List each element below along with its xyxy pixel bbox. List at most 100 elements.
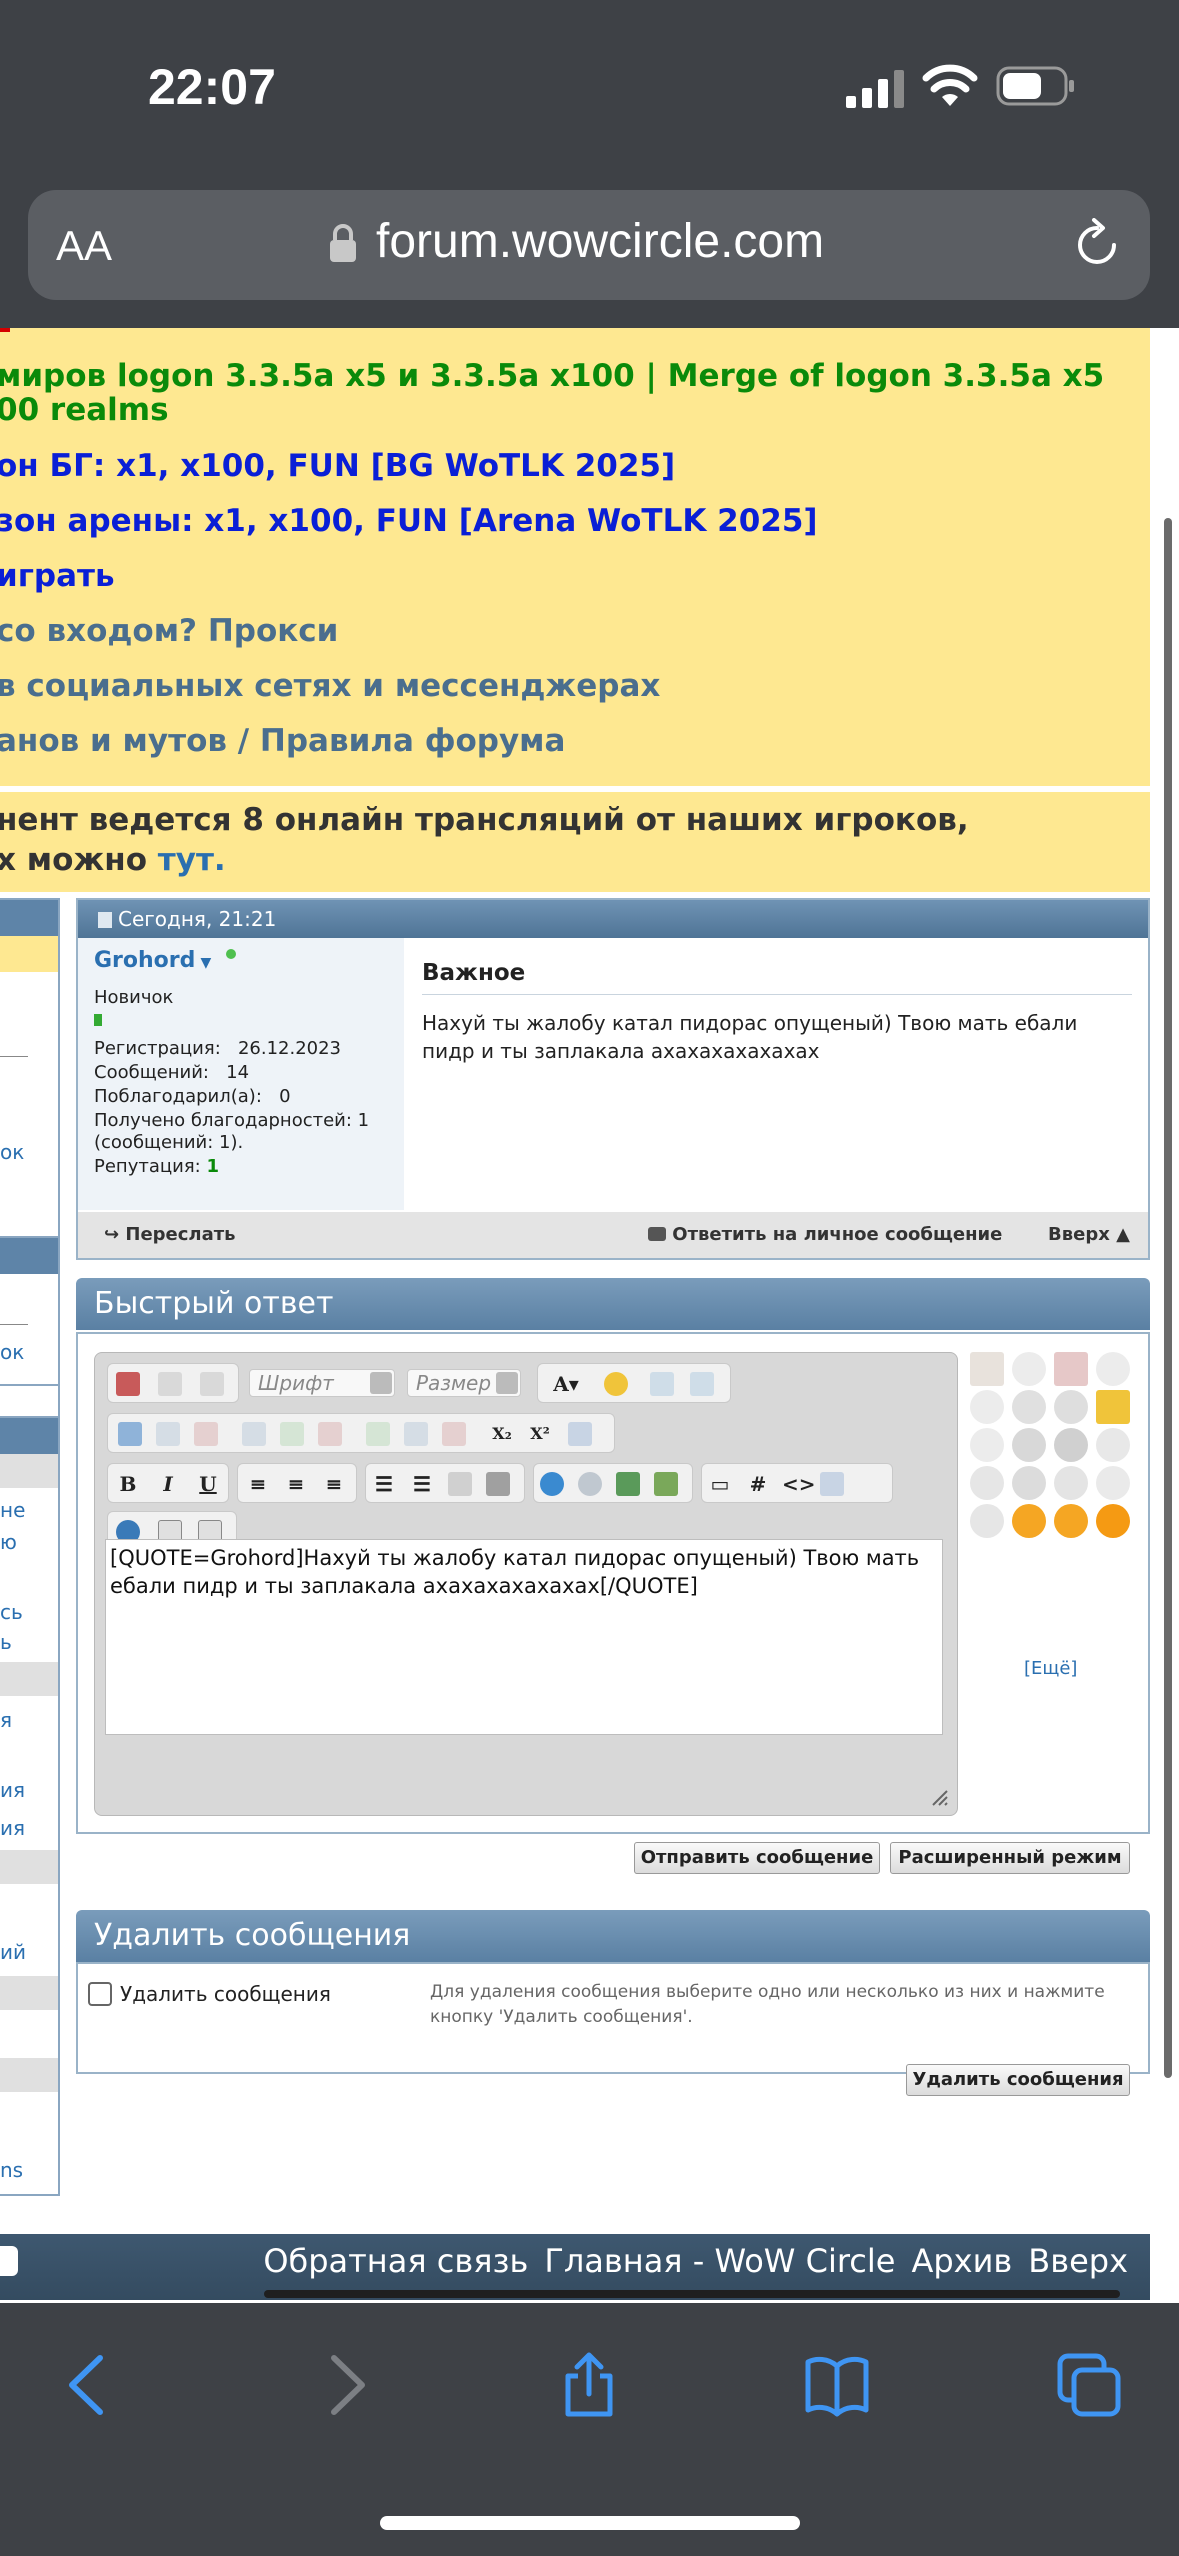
smiley-face-icon[interactable] — [1096, 1428, 1130, 1462]
tabs-icon[interactable] — [1056, 2352, 1122, 2418]
image-icon[interactable] — [616, 1472, 640, 1496]
sidebar-link[interactable]: ns — [0, 2158, 23, 2182]
video-icon[interactable] — [654, 1472, 678, 1496]
smiley-banned-icon[interactable] — [1054, 1352, 1088, 1386]
underline-icon[interactable]: U — [196, 1472, 220, 1496]
delete-messages-checkbox[interactable] — [88, 1982, 112, 2006]
smiley-grin-icon[interactable] — [1012, 1504, 1046, 1538]
outdent-icon[interactable] — [448, 1472, 472, 1496]
php-icon[interactable] — [820, 1472, 844, 1496]
smiley-face-icon[interactable] — [970, 1504, 1004, 1538]
smiley-face-icon[interactable] — [970, 1428, 1004, 1462]
message-textarea[interactable]: [QUOTE=Grohord]Нахуй ты жалобу катал пид… — [105, 1539, 943, 1735]
smiley-grin-icon[interactable] — [1096, 1504, 1130, 1538]
unlink-icon[interactable] — [578, 1472, 602, 1496]
stream-link[interactable]: тут. — [158, 842, 226, 878]
announcement-link[interactable]: анов и мутов / Правила форума — [0, 723, 565, 759]
smiley-face-icon[interactable] — [1012, 1390, 1046, 1424]
reload-icon[interactable] — [1070, 218, 1124, 272]
superscript-icon[interactable]: X² — [528, 1422, 552, 1446]
subscript-icon[interactable]: X₂ — [490, 1422, 514, 1446]
sidebar-link[interactable]: ь — [0, 1630, 12, 1654]
delete-messages-button[interactable]: Удалить сообщения — [906, 2064, 1130, 2096]
smiley-face-icon[interactable] — [1054, 1466, 1088, 1500]
bookmarks-icon[interactable] — [804, 2352, 870, 2418]
forward-button[interactable]: ↪ Переслать — [104, 1224, 236, 1245]
insert-row-below-icon[interactable] — [280, 1422, 304, 1446]
smiley-icon[interactable] — [604, 1372, 628, 1396]
send-message-button[interactable]: Отправить сообщение — [634, 1842, 880, 1874]
more-smilies-link[interactable]: [Ещё] — [1024, 1658, 1077, 1679]
advanced-mode-button[interactable]: Расширенный режим — [890, 1842, 1130, 1874]
table-icon[interactable] — [118, 1422, 142, 1446]
sidebar-link[interactable]: ю — [0, 1530, 17, 1554]
smiley-face-icon[interactable] — [970, 1390, 1004, 1424]
redo-icon[interactable] — [690, 1372, 714, 1396]
align-right-icon[interactable]: ≡ — [322, 1472, 346, 1496]
share-icon[interactable] — [556, 2352, 622, 2418]
author-menu-caret-icon[interactable]: ▼ — [201, 955, 212, 971]
bold-icon[interactable]: B — [116, 1472, 140, 1496]
smiley-face-icon[interactable] — [1012, 1466, 1046, 1500]
footer-home-link[interactable]: Главная - WoW Circle — [544, 2242, 895, 2280]
resize-handle-icon[interactable] — [929, 1787, 949, 1807]
hash-icon[interactable]: # — [746, 1472, 770, 1496]
back-icon[interactable] — [58, 2352, 124, 2418]
announcement-link[interactable]: зон арены: x1, x100, FUN [Arena WoTLK 20… — [0, 503, 818, 539]
sidebar-link[interactable]: ий — [0, 1940, 26, 1964]
quote-icon[interactable]: ▭ — [708, 1472, 732, 1496]
sidebar-link[interactable]: ия — [0, 1816, 25, 1840]
copy-icon[interactable] — [158, 1372, 182, 1396]
smiley-face-icon[interactable] — [1012, 1352, 1046, 1386]
footer-feedback-link[interactable]: Обратная связь — [263, 2242, 528, 2280]
sidebar-link[interactable]: ия — [0, 1778, 25, 1802]
delete-col-icon[interactable] — [442, 1422, 466, 1446]
announcement-link[interactable]: со входом? Прокси — [0, 613, 338, 649]
reply-pm-button[interactable]: Ответить на личное сообщение — [648, 1224, 1002, 1245]
announcement-link[interactable]: играть — [0, 558, 115, 594]
sidebar-link[interactable]: не — [0, 1498, 25, 1522]
insert-col-left-icon[interactable] — [366, 1422, 390, 1446]
font-select[interactable]: Шрифт — [249, 1369, 395, 1397]
style-select[interactable] — [0, 2246, 18, 2276]
url-text[interactable]: forum.wowcircle.com — [376, 214, 824, 269]
horizontal-rule-icon[interactable] — [568, 1422, 592, 1446]
indent-icon[interactable] — [486, 1472, 510, 1496]
insert-col-right-icon[interactable] — [404, 1422, 428, 1446]
smiley-face-icon[interactable] — [1012, 1428, 1046, 1462]
smiley-face-icon[interactable] — [1096, 1352, 1130, 1386]
delete-row-icon[interactable] — [318, 1422, 342, 1446]
horizontal-scrollbar[interactable] — [264, 2290, 1120, 2298]
smiley-face-icon[interactable] — [1054, 1428, 1088, 1462]
bullet-list-icon[interactable]: ☰ — [410, 1472, 434, 1496]
table-delete-icon[interactable] — [194, 1422, 218, 1446]
sidebar-link[interactable]: сь — [0, 1600, 23, 1624]
sidebar-link[interactable]: ок — [0, 1340, 24, 1364]
smiley-face-icon[interactable] — [1096, 1466, 1130, 1500]
smiley-face-icon[interactable] — [1054, 1390, 1088, 1424]
insert-row-above-icon[interactable] — [242, 1422, 266, 1446]
announcement-link[interactable]: он БГ: x1, x100, FUN [BG WoTLK 2025] — [0, 448, 675, 484]
italic-icon[interactable]: I — [156, 1472, 180, 1496]
vertical-scrollbar[interactable] — [1164, 518, 1172, 2078]
forward-icon[interactable] — [310, 2352, 376, 2418]
warning-sign-icon[interactable] — [1096, 1390, 1130, 1424]
post-author-link[interactable]: Grohord — [94, 948, 195, 973]
announcement-link[interactable]: в социальных сетях и мессенджерах — [0, 668, 660, 704]
numbered-list-icon[interactable]: ☰ — [372, 1472, 396, 1496]
smiley-face-icon[interactable] — [970, 1466, 1004, 1500]
remove-format-icon[interactable] — [116, 1372, 140, 1396]
footer-top-link[interactable]: Вверх — [1028, 2242, 1128, 2280]
text-color-icon[interactable]: A▾ — [546, 1372, 586, 1396]
footer-archive-link[interactable]: Архив — [911, 2242, 1012, 2280]
paste-icon[interactable] — [200, 1372, 224, 1396]
announcement-link[interactable]: 00 realms — [0, 392, 169, 428]
announcement-link[interactable]: миров logon 3.3.5a x5 и 3.3.5a x100 | Me… — [0, 358, 1104, 394]
text-size-button[interactable]: AA — [56, 222, 112, 270]
post-top-button[interactable]: Вверх ▲ — [1048, 1224, 1130, 1245]
table-row-icon[interactable] — [156, 1422, 180, 1446]
sidebar-link[interactable]: ок — [0, 1140, 24, 1164]
align-center-icon[interactable]: ≡ — [284, 1472, 308, 1496]
sidebar-link[interactable]: я — [0, 1708, 12, 1732]
align-left-icon[interactable]: ≡ — [246, 1472, 270, 1496]
